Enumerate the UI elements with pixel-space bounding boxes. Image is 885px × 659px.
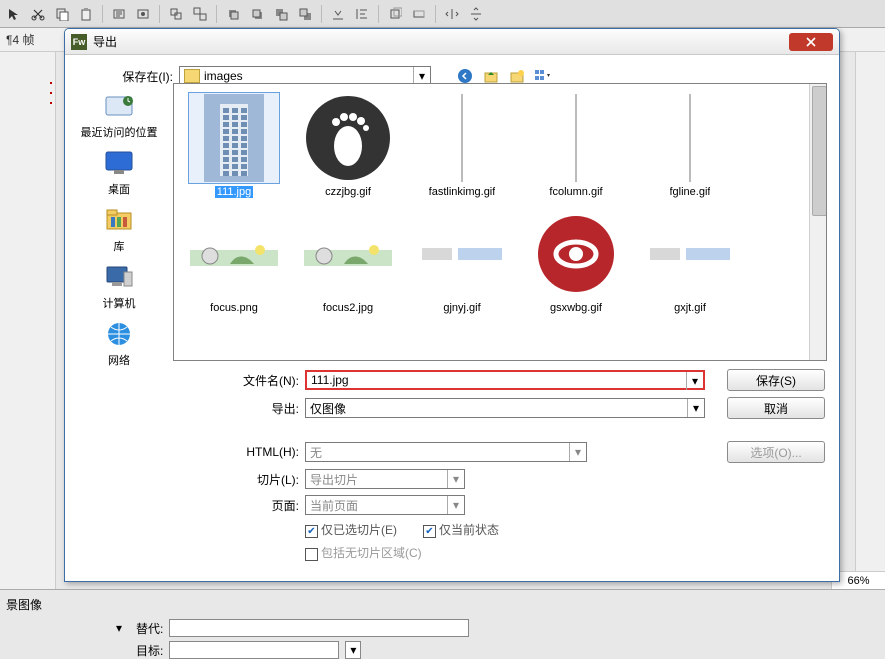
savein-label: 保存在(I): — [101, 68, 173, 85]
close-icon — [805, 37, 817, 47]
scrollbar[interactable] — [809, 84, 826, 360]
place-network[interactable]: 网络 — [79, 317, 159, 368]
bgimage-label: 景图像 — [6, 594, 58, 615]
transform-2-icon[interactable] — [409, 4, 429, 24]
file-name: gjnyj.gif — [443, 302, 480, 314]
target-label: 目标: — [136, 642, 163, 659]
file-thumb — [530, 208, 622, 300]
file-thumb — [188, 92, 280, 184]
export-label: 导出: — [173, 400, 299, 417]
file-thumb — [302, 208, 394, 300]
savein-value: images — [204, 69, 243, 83]
file-name: fgline.gif — [670, 186, 711, 198]
arrange-3-icon[interactable] — [271, 4, 291, 24]
file-thumb — [644, 92, 736, 184]
ungroup-icon[interactable] — [190, 4, 210, 24]
file-thumb — [188, 208, 280, 300]
dialog-title: 导出 — [93, 33, 117, 50]
frame-count: ¶4 帧 — [6, 31, 34, 48]
properties-bar: 景图像 ▾ 替代: 目标: ▾ — [0, 589, 885, 659]
file-name: focus2.jpg — [323, 302, 373, 314]
cancel-button[interactable]: 取消 — [727, 397, 825, 419]
file-thumb — [530, 92, 622, 184]
copy-icon[interactable] — [52, 4, 72, 24]
options-button: 选项(O)... — [727, 441, 825, 463]
place-library[interactable]: 库 — [79, 203, 159, 254]
file-thumb — [302, 92, 394, 184]
place-computer[interactable]: 计算机 — [79, 260, 159, 311]
file-name: 111.jpg — [215, 186, 253, 198]
flip-h-icon[interactable] — [442, 4, 462, 24]
fireworks-app-icon: Fw — [71, 34, 87, 50]
file-name: gxjt.gif — [674, 302, 706, 314]
app-toolbar — [0, 0, 885, 28]
file-thumb — [416, 208, 508, 300]
file-item[interactable]: fgline.gif — [640, 92, 740, 198]
chevron-down-icon: ▾ — [447, 496, 464, 514]
file-item[interactable]: czzjbg.gif — [298, 92, 398, 198]
file-item[interactable]: fcolumn.gif — [526, 92, 626, 198]
folder-icon — [184, 69, 200, 83]
transform-1-icon[interactable] — [385, 4, 405, 24]
page-select: 当前页面 ▾ — [305, 495, 465, 515]
paste-icon[interactable] — [76, 4, 96, 24]
close-button[interactable] — [789, 33, 833, 51]
file-name: fcolumn.gif — [549, 186, 602, 198]
chevron-down-icon: ▾ — [447, 470, 464, 488]
chevron-down-icon: ▾ — [686, 372, 703, 390]
file-item[interactable]: gsxwbg.gif — [526, 208, 626, 314]
file-item[interactable]: gjnyj.gif — [412, 208, 512, 314]
html-label: HTML(H): — [173, 445, 299, 459]
filename-input[interactable]: 111.jpg ▾ — [305, 370, 705, 390]
dialog-titlebar: Fw 导出 — [65, 29, 839, 55]
export-select[interactable]: 仅图像 ▾ — [305, 398, 705, 418]
file-name: fastlinkimg.gif — [429, 186, 496, 198]
slice-label: 切片(L): — [173, 471, 299, 488]
align-1-icon[interactable] — [328, 4, 348, 24]
alt-input[interactable] — [169, 619, 469, 637]
file-thumb — [416, 92, 508, 184]
file-name: focus.png — [210, 302, 258, 314]
chevron-down-icon: ▾ — [687, 399, 704, 417]
arrange-1-icon[interactable] — [223, 4, 243, 24]
right-panel: 66% — [855, 52, 885, 589]
file-browser[interactable]: 111.jpg czzjbg.gif fastlinkimg.gif fcolumn.… — [173, 83, 827, 361]
target-input[interactable] — [169, 641, 339, 659]
page-label: 页面: — [173, 497, 299, 514]
check-current-state: ✔仅当前状态 — [423, 521, 499, 538]
left-ruler — [0, 52, 56, 589]
group-icon[interactable] — [166, 4, 186, 24]
save-button[interactable]: 保存(S) — [727, 369, 825, 391]
arrange-4-icon[interactable] — [295, 4, 315, 24]
pointer-icon[interactable] — [4, 4, 24, 24]
cut-icon[interactable] — [28, 4, 48, 24]
file-name: gsxwbg.gif — [550, 302, 602, 314]
file-item[interactable]: focus.png — [184, 208, 284, 314]
filename-label: 文件名(N): — [173, 372, 299, 389]
check-selected-slices: ✔仅已选切片(E) — [305, 521, 397, 538]
flip-v-icon[interactable] — [466, 4, 486, 24]
slice-select: 导出切片 ▾ — [305, 469, 465, 489]
file-name: czzjbg.gif — [325, 186, 371, 198]
arrange-2-icon[interactable] — [247, 4, 267, 24]
tool-6-icon[interactable] — [133, 4, 153, 24]
html-select: 无 ▾ — [305, 442, 587, 462]
savein-row: 保存在(I): images ▾ — [65, 55, 839, 83]
chevron-down-icon: ▾ — [569, 443, 586, 461]
file-item[interactable]: fastlinkimg.gif — [412, 92, 512, 198]
check-include-nonslice: ✔包括无切片区域(C) — [305, 544, 422, 561]
place-desktop[interactable]: 桌面 — [79, 146, 159, 197]
tool-5-icon[interactable] — [109, 4, 129, 24]
alt-label: 替代: — [136, 620, 163, 637]
align-2-icon[interactable] — [352, 4, 372, 24]
file-item[interactable]: focus2.jpg — [298, 208, 398, 314]
file-thumb — [644, 208, 736, 300]
places-bar: 最近访问的位置 桌面 库 计算机 网络 — [65, 83, 173, 361]
file-item[interactable]: 111.jpg — [184, 92, 284, 198]
place-recent[interactable]: 最近访问的位置 — [79, 89, 159, 140]
file-item[interactable]: gxjt.gif — [640, 208, 740, 314]
export-dialog: Fw 导出 保存在(I): images ▾ 最近访问的位置 桌面 — [64, 28, 840, 582]
